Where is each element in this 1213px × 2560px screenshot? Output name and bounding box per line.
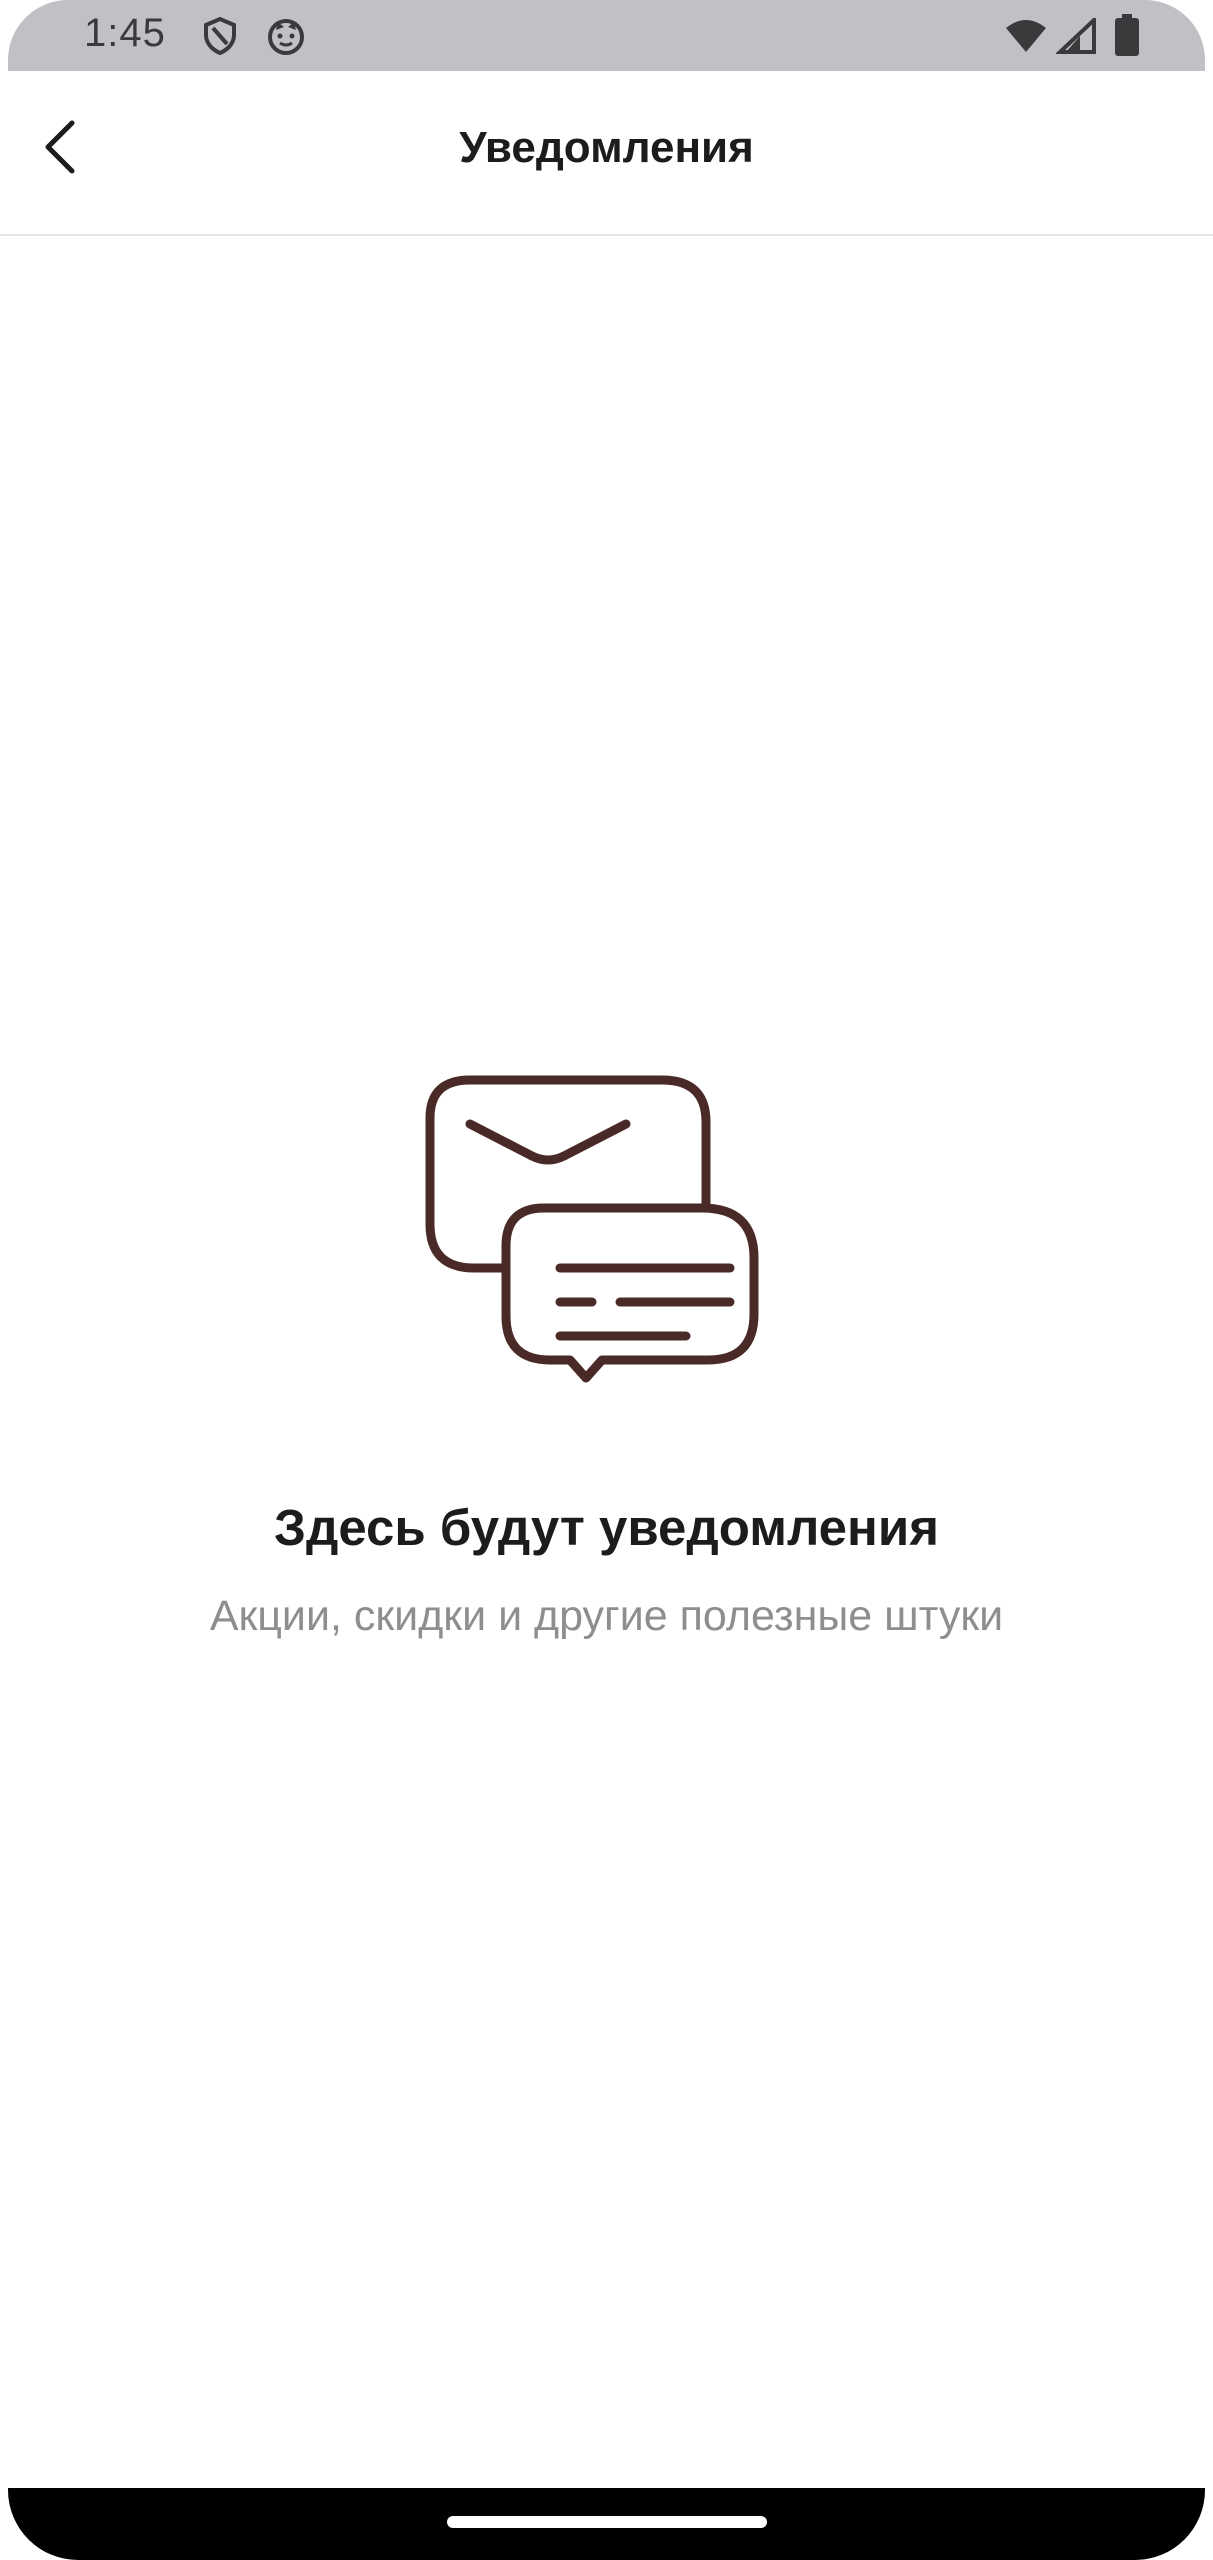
shield-icon [204,16,236,56]
cat-icon [268,19,304,55]
home-indicator[interactable] [447,2516,767,2528]
screen: 1:45 Уведомления Здесь будут уведомления… [0,0,1213,2560]
status-time: 1:45 [84,11,166,55]
wifi-icon [1006,20,1046,52]
app-bar: Уведомления [0,71,1213,236]
status-bar: 1:45 [8,0,1205,71]
empty-state-subtitle: Акции, скидки и другие полезные штуки [209,1592,1004,1640]
page-title: Уведомления [459,123,754,172]
empty-state-title: Здесь будут уведомления [274,1499,939,1556]
navigation-bar [8,2488,1205,2560]
chat-bubbles-envelope-icon [425,1075,759,1383]
signal-icon [1056,18,1096,54]
battery-icon [1115,14,1139,56]
